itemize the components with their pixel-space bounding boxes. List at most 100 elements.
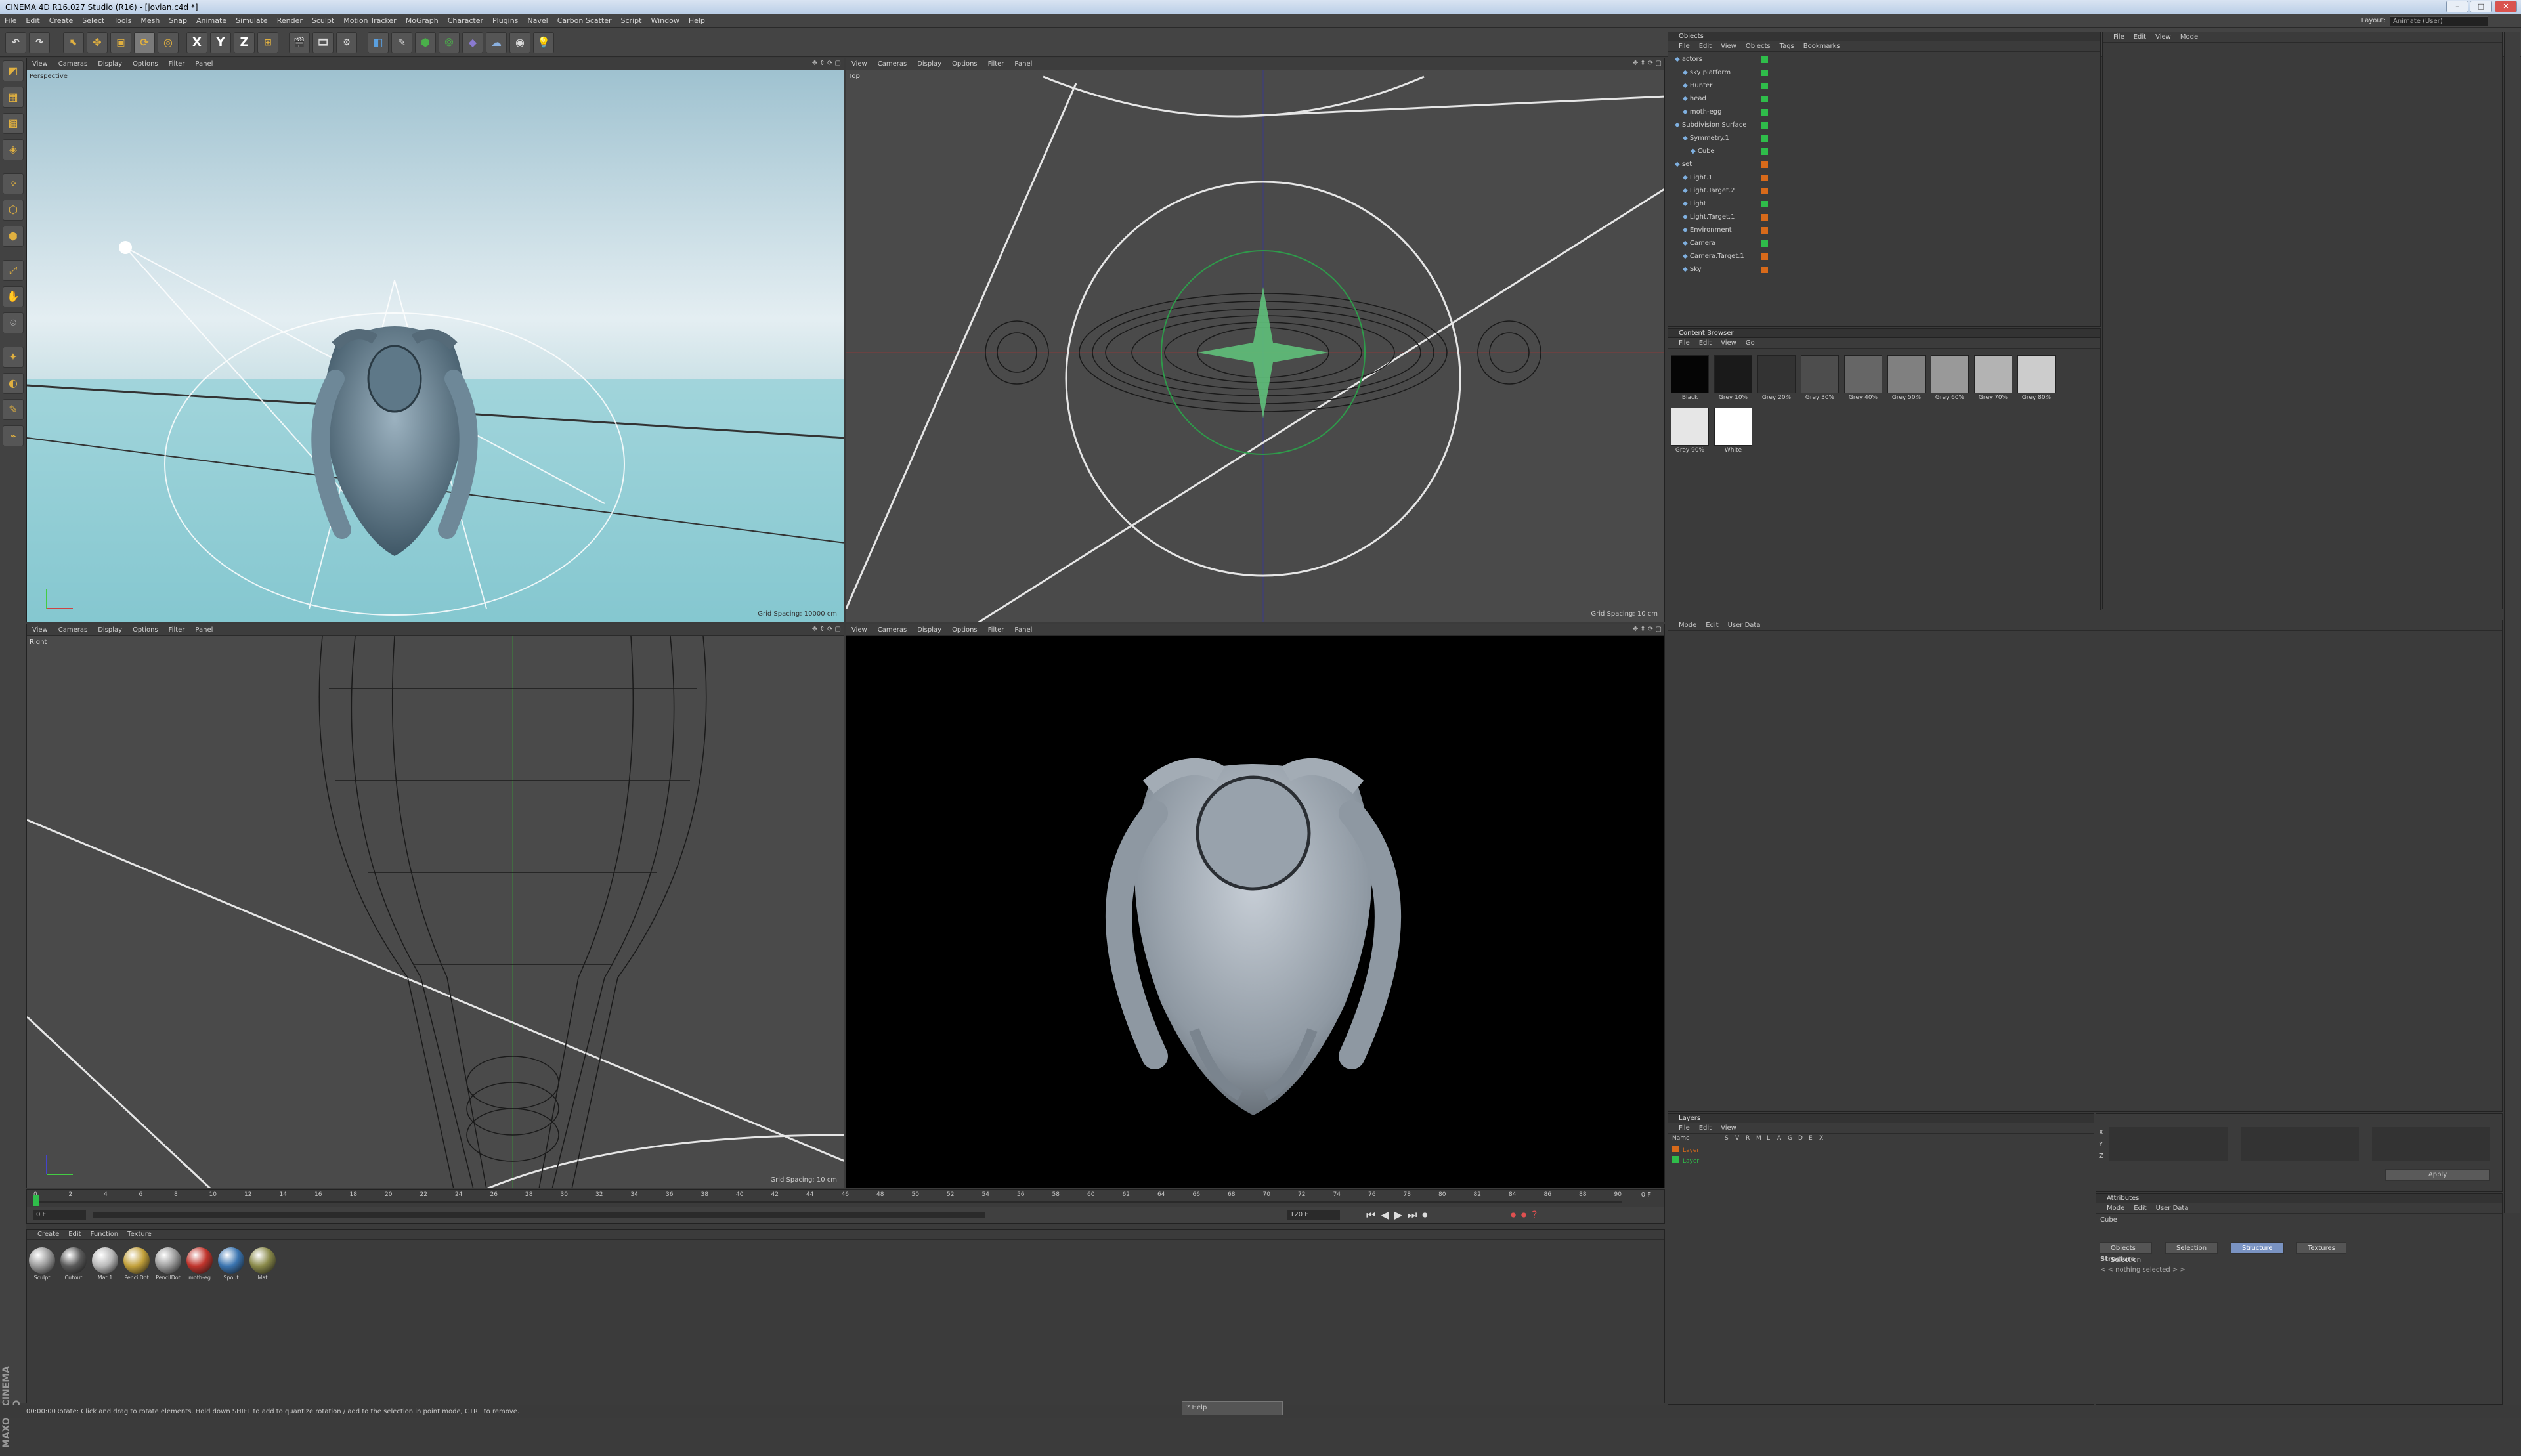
swatch-thumb[interactable] [1887, 355, 1926, 393]
object-layer-color[interactable] [1761, 70, 1768, 76]
camera-icon[interactable]: ◉ [509, 32, 530, 53]
vp-menu-cameras[interactable]: Cameras [873, 58, 912, 70]
playback-controls[interactable]: ⏮◀▶⏭⏺ [1366, 1209, 1433, 1222]
ly-menu-edit[interactable]: Edit [1699, 1124, 1712, 1132]
cube-icon[interactable]: ◧ [368, 32, 389, 53]
cb-menu-edit[interactable]: Edit [1699, 339, 1712, 347]
object-row[interactable]: ◆ sky platform [1670, 66, 2090, 79]
layer-color-swatch[interactable] [1672, 1146, 1679, 1152]
material-ball[interactable] [123, 1247, 150, 1274]
menu-window[interactable]: Window [646, 14, 683, 28]
vp-menu-options[interactable]: Options [947, 58, 983, 70]
deformer-icon[interactable]: ◆ [462, 32, 483, 53]
object-layer-color[interactable] [1761, 83, 1768, 89]
viewport-top[interactable]: View Cameras Display Options Filter Panel ✥ ⇕… [846, 58, 1665, 622]
attr-menu-mode[interactable]: Mode [2107, 1205, 2124, 1212]
swatch-thumb[interactable] [1844, 355, 1882, 393]
menu-mesh[interactable]: Mesh [136, 14, 164, 28]
vp-menu-panel[interactable]: Panel [1009, 58, 1037, 70]
vp-menu-display[interactable]: Display [912, 624, 947, 636]
viewport-nav-icons[interactable]: ✥ ⇕ ⟳ ▢ [812, 60, 841, 67]
record-controls[interactable]: ⏺⏺? [1511, 1209, 1543, 1222]
mat-menu-edit[interactable]: Edit [68, 1231, 81, 1238]
coordinate-system-icon[interactable]: ⊞ [257, 32, 278, 53]
object-row[interactable]: ◆ head [1670, 93, 2090, 106]
time-cursor[interactable] [33, 1195, 39, 1206]
layer-color-swatch[interactable] [1672, 1156, 1679, 1163]
object-layer-color[interactable] [1761, 148, 1768, 155]
object-row[interactable]: ◆ Camera.Target.1 [1670, 250, 2090, 263]
attributes-tab[interactable]: Selection [2165, 1242, 2218, 1254]
object-row[interactable]: ◆ Camera [1670, 237, 2090, 250]
y-axis-icon[interactable]: Y [210, 32, 231, 53]
texture-mode-icon[interactable]: ▩ [3, 113, 24, 134]
vp-menu-options[interactable]: Options [127, 58, 163, 70]
material-ball[interactable] [92, 1247, 118, 1274]
points-mode-icon[interactable]: ⁘ [3, 173, 24, 194]
object-row[interactable]: ◆ Cube [1670, 145, 2090, 158]
object-layer-color[interactable] [1761, 96, 1768, 102]
vp-menu-filter[interactable]: Filter [163, 624, 190, 636]
object-row[interactable]: ◆ Hunter [1670, 79, 2090, 93]
material-ball[interactable] [186, 1247, 213, 1274]
menu-file[interactable]: File [0, 14, 21, 28]
help-taskbar[interactable]: ? Help [1182, 1401, 1283, 1415]
object-layer-color[interactable] [1761, 253, 1768, 260]
mat-menu-create[interactable]: Create [37, 1231, 59, 1238]
x-axis-icon[interactable]: X [186, 32, 207, 53]
menu-motion-tracker[interactable]: Motion Tracker [339, 14, 400, 28]
vp-menu-panel[interactable]: Panel [190, 624, 218, 636]
menu-select[interactable]: Select [77, 14, 109, 28]
start-frame-field[interactable]: 0 F [33, 1210, 86, 1220]
viewport-right[interactable]: View Cameras Display Options Filter Panel ✥ ⇕… [26, 624, 844, 1188]
render-picture-viewer-icon[interactable]: 🎞 [312, 32, 334, 53]
scene-icon[interactable]: ☁ [486, 32, 507, 53]
swatch-thumb[interactable] [1671, 355, 1709, 393]
vp-menu-display[interactable]: Display [93, 58, 127, 70]
menu-render[interactable]: Render [272, 14, 307, 28]
vp-menu-cameras[interactable]: Cameras [53, 58, 93, 70]
rp-menu-edit[interactable]: Edit [2134, 33, 2146, 41]
apply-button[interactable]: Apply [2385, 1169, 2490, 1181]
light-icon[interactable]: 💡 [533, 32, 554, 53]
polygons-mode-icon[interactable]: ⬢ [3, 226, 24, 247]
layer-row[interactable]: Layer [1672, 1156, 2066, 1165]
viewport-perspective[interactable]: View Cameras Display Options Filter Panel ✥ ⇕… [26, 58, 844, 622]
tweak-icon[interactable]: ✋ [3, 286, 24, 307]
swatch-thumb[interactable] [1671, 408, 1709, 446]
attr-menu-edit[interactable]: Edit [2134, 1205, 2146, 1212]
redo-icon[interactable]: ↷ [29, 32, 50, 53]
vp-menu-view[interactable]: View [846, 624, 873, 636]
object-row[interactable]: ◆ Light.Target.1 [1670, 211, 2090, 224]
render-view-icon[interactable]: 🎬 [289, 32, 310, 53]
maximize-button[interactable]: □ [2470, 1, 2492, 12]
object-layer-color[interactable] [1761, 201, 1768, 207]
swatch-thumb[interactable] [2017, 355, 2056, 393]
object-row[interactable]: ◆ set [1670, 158, 2090, 171]
vp-menu-filter[interactable]: Filter [163, 58, 190, 70]
viewport-nav-icons[interactable]: ✥ ⇕ ⟳ ▢ [812, 626, 841, 633]
vp-menu-cameras[interactable]: Cameras [873, 624, 912, 636]
close-button[interactable]: ✕ [2495, 1, 2517, 12]
swatch-thumb[interactable] [1931, 355, 1969, 393]
workplane-icon[interactable]: ◈ [3, 139, 24, 160]
object-row[interactable]: ◆ moth-egg [1670, 106, 2090, 119]
vp-menu-panel[interactable]: Panel [190, 58, 218, 70]
vp-menu-filter[interactable]: Filter [983, 58, 1010, 70]
obj-menu-file[interactable]: File [1679, 43, 1690, 50]
snap-icon[interactable]: ⌾ [3, 312, 24, 333]
attributes-tab[interactable]: Objects Selection [2100, 1242, 2153, 1264]
object-layer-color[interactable] [1761, 227, 1768, 234]
swatch-thumb[interactable] [1801, 355, 1839, 393]
swatch-thumb[interactable] [1714, 408, 1752, 446]
material-ball[interactable] [60, 1247, 87, 1274]
attr-menu-userdata[interactable]: User Data [2156, 1205, 2189, 1212]
obj-menu-view[interactable]: View [1721, 43, 1736, 50]
menu-character[interactable]: Character [443, 14, 488, 28]
menu-plugins[interactable]: Plugins [488, 14, 523, 28]
object-row[interactable]: ◆ actors [1670, 53, 2090, 66]
range-slider[interactable] [93, 1212, 985, 1218]
vp-menu-view[interactable]: View [27, 58, 53, 70]
object-row[interactable]: ◆ Environment [1670, 224, 2090, 237]
menu-tools[interactable]: Tools [109, 14, 136, 28]
